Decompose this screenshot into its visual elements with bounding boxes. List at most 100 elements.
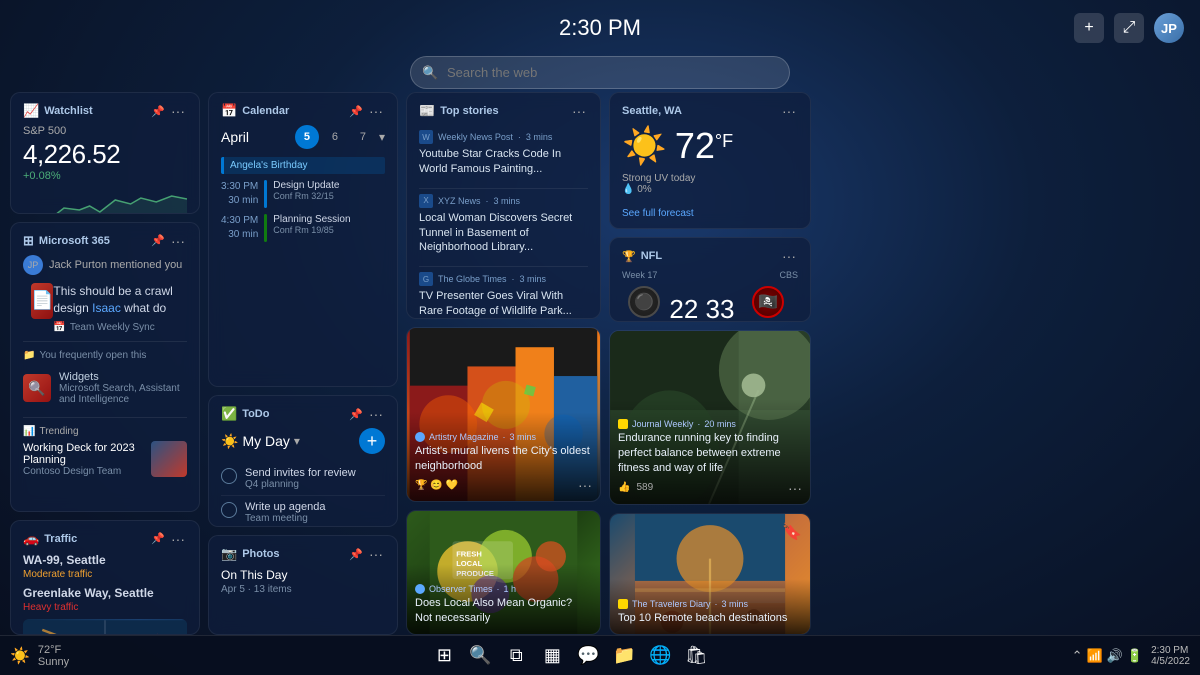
calendar-next-button[interactable]: ▾ [379, 130, 385, 144]
watchlist-menu-button[interactable]: ··· [169, 103, 187, 119]
endurance-article-source: Journal Weekly · 20 mins [618, 419, 802, 429]
weather-temp: 72 [675, 125, 715, 167]
news-headline-2: TV Presenter Goes Viral With Rare Footag… [419, 289, 588, 319]
photos-pin-button[interactable]: 📌 [349, 546, 363, 562]
taskbar-teams-icon[interactable]: 💬 [574, 642, 602, 670]
calendar-menu-button[interactable]: ··· [367, 103, 385, 119]
taskbar-files-icon[interactable]: 📁 [610, 642, 638, 670]
nfl-meta: Week 17 CBS [622, 270, 798, 280]
traffic-map [23, 619, 187, 635]
calendar-pin-button[interactable]: 📌 [349, 103, 363, 119]
news-item-1[interactable]: X XYZ News · 3 mins Local Woman Discover… [419, 189, 588, 268]
event-1-bar [264, 180, 267, 208]
add-widget-button[interactable]: + [1074, 13, 1104, 43]
taskbar-store-icon[interactable]: 🛍 [682, 642, 710, 670]
meeting-label: 📅 Team Weekly Sync [53, 322, 187, 333]
stock-name: S&P 500 [23, 125, 187, 137]
taskbar-windows-icon[interactable]: ⊞ [430, 642, 458, 670]
beach-article-card[interactable]: The Travelers Diary · 3 mins Top 10 Remo… [609, 513, 811, 635]
nfl-title: NFL [641, 250, 662, 262]
taskbar-weather-desc: Sunny [38, 656, 69, 668]
news-headline-0: Youtube Star Cracks Code In World Famous… [419, 147, 588, 177]
ms365-menu-button[interactable]: ··· [169, 233, 187, 249]
todo-item-0[interactable]: Send invites for review Q4 planning [221, 462, 385, 496]
frequent-item[interactable]: 🔍 Widgets Microsoft Search, Assistant an… [23, 367, 187, 409]
produce-article-overlay: Observer Times · 1 h Does Local Also Mea… [407, 564, 600, 634]
news-source-icon-1: X [419, 194, 433, 208]
frequent-item-desc: Microsoft Search, Assistant and Intellig… [59, 383, 187, 405]
mural-article-menu[interactable]: ··· [578, 477, 592, 493]
ms365-pin-button[interactable]: 📌 [151, 233, 165, 249]
news-source-icon-0: W [419, 130, 433, 144]
trending-item-sub: Contoso Design Team [23, 466, 143, 477]
weather-forecast-link[interactable]: See full forecast [622, 208, 694, 219]
calendar-nav: 5 6 7 ▾ [295, 125, 385, 149]
todo-item-1[interactable]: Write up agenda Team meeting [221, 496, 385, 527]
clock: 2:30 PM [559, 15, 641, 41]
traffic-icon: 🚗 [23, 531, 39, 547]
mural-article-card[interactable]: Artistry Magazine · 3 mins Artist's mura… [406, 327, 601, 502]
ms365-icon: ⊞ [23, 233, 34, 249]
mural-article-likes: 🏆 😊 💛 [415, 480, 458, 491]
todo-menu-button[interactable]: ··· [367, 406, 385, 422]
endurance-article-menu[interactable]: ··· [788, 480, 802, 496]
news-item-2[interactable]: G The Globe Times · 3 mins TV Presenter … [419, 267, 588, 319]
calendar-day-6[interactable]: 6 [323, 125, 347, 149]
taskbar-icons: ⊞ 🔍 ⧉ ▦ 💬 📁 🌐 🛍 [430, 642, 710, 670]
ms365-widget: ⊞ Microsoft 365 📌 ··· JP Jack Purton men… [10, 222, 200, 512]
beach-save-icon: 🔖 [782, 522, 802, 542]
nfl-score-1: 22 [669, 294, 698, 322]
divider-2 [23, 417, 187, 418]
weather-menu-button[interactable]: ··· [780, 103, 798, 119]
todo-sub-0: Q4 planning [245, 479, 356, 490]
event-1-name: Design Update [273, 180, 339, 191]
trending-item[interactable]: Working Deck for 2023 Planning Contoso D… [23, 441, 187, 477]
todo-list: Send invites for review Q4 planning Writ… [221, 462, 385, 527]
news-item-0[interactable]: W Weekly News Post · 3 mins Youtube Star… [419, 125, 588, 189]
todo-checkbox-0[interactable] [221, 468, 237, 484]
event-1-loc: Conf Rm 32/15 [273, 191, 339, 201]
taskbar-search-icon[interactable]: 🔍 [466, 642, 494, 670]
produce-article-card[interactable]: FRESH LOCAL PRODUCE Observer Times · 1 h… [406, 510, 601, 635]
endurance-article-card[interactable]: Journal Weekly · 20 mins Endurance runni… [609, 330, 811, 505]
system-tray-icons: ⌃ 📶 🔊 🔋 [1072, 648, 1143, 664]
taskbar-volume-icon[interactable]: 🔊 [1107, 648, 1123, 664]
taskbar-edge-icon[interactable]: 🌐 [646, 642, 674, 670]
traffic-pin-button[interactable]: 📌 [151, 531, 165, 547]
taskbar-taskview-icon[interactable]: ⧉ [502, 642, 530, 670]
calendar-today-badge[interactable]: 5 [295, 125, 319, 149]
mention-text: Jack Purton mentioned you [49, 259, 182, 271]
photos-title: Photos [242, 548, 279, 560]
taskbar-chevron-icon[interactable]: ⌃ [1072, 648, 1083, 664]
expand-button[interactable]: ⤢ [1114, 13, 1144, 43]
nfl-menu-button[interactable]: ··· [780, 248, 798, 264]
watchlist-pin-button[interactable]: 📌 [151, 103, 165, 119]
search-input[interactable] [410, 56, 790, 89]
todo-sub-1: Team meeting [245, 513, 326, 524]
watchlist-widget: 📈 Watchlist 📌 ··· S&P 500 4,226.52 +0.08… [10, 92, 200, 214]
team-1-logo: ⚫ [628, 286, 660, 318]
calendar-day-7[interactable]: 7 [351, 125, 375, 149]
event-2-name: Planning Session [273, 214, 350, 225]
trending-label: 📊 Trending [23, 426, 187, 437]
todo-checkbox-1[interactable] [221, 502, 237, 518]
photos-menu-button[interactable]: ··· [367, 546, 385, 562]
news-headline-1: Local Woman Discovers Secret Tunnel in B… [419, 211, 588, 256]
news-menu-button[interactable]: ··· [570, 103, 588, 119]
traffic-menu-button[interactable]: ··· [169, 531, 187, 547]
news-title: Top stories [440, 105, 498, 117]
weather-desc: Strong UV today [622, 173, 798, 184]
beach-article-source: The Travelers Diary · 3 mins [618, 599, 802, 609]
traffic-location-2: Greenlake Way, Seattle [23, 586, 187, 600]
avatar[interactable]: JP [1154, 13, 1184, 43]
column-1: 📈 Watchlist 📌 ··· S&P 500 4,226.52 +0.08… [10, 92, 200, 635]
taskbar-battery-icon[interactable]: 🔋 [1127, 648, 1143, 664]
mural-article-headline: Artist's mural livens the City's oldest … [415, 444, 592, 474]
todo-pin-button[interactable]: 📌 [349, 406, 363, 422]
svg-text:FRESH: FRESH [456, 550, 482, 559]
nfl-widget: 🏆 NFL ··· Week 17 CBS ⚫ Steelers 22 33 🏴… [609, 237, 811, 321]
calendar-event-1: 3:30 PM 30 min Design Update Conf Rm 32/… [221, 180, 385, 208]
todo-add-button[interactable]: + [359, 428, 385, 454]
taskbar-wifi-icon[interactable]: 📶 [1087, 648, 1103, 664]
taskbar-widgets-icon[interactable]: ▦ [538, 642, 566, 670]
